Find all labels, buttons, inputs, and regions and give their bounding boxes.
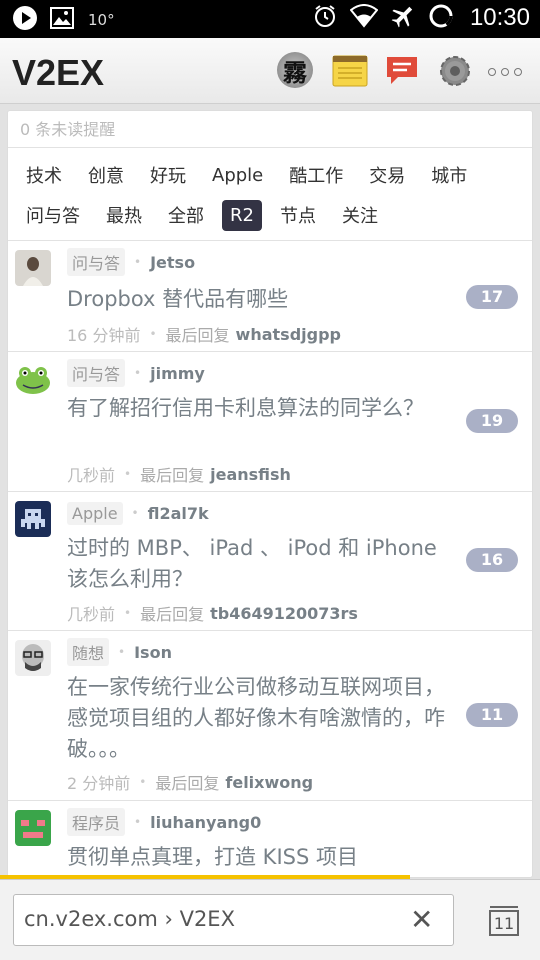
author-name[interactable]: Jetso <box>150 253 195 272</box>
alarm-icon <box>312 3 338 33</box>
main-content: 0 条未读提醒 技术 创意 好玩 Apple 酷工作 交易 城市 问与答 最热 … <box>7 110 533 878</box>
node-tabs: 技术 创意 好玩 Apple 酷工作 交易 城市 问与答 最热 全部 R2 节点… <box>8 148 532 241</box>
airplane-icon <box>390 3 416 33</box>
topic-meta: 程序员 • liuhanyang0 <box>67 808 261 836</box>
topic-meta: 随想 • Ison <box>67 638 172 666</box>
topic-time: 几秒前 <box>67 466 116 485</box>
topic-title[interactable]: 过时的 MBP、 iPad 、 iPod 和 iPhone 该怎么利用？ <box>67 533 457 595</box>
clock-text: 10:30 <box>469 4 530 31</box>
last-reply-label: 最后回复 <box>140 605 205 624</box>
tabs-button[interactable]: 11 <box>487 904 521 938</box>
node-badge[interactable]: 问与答 <box>67 248 126 276</box>
tab-all[interactable]: 全部 <box>160 197 212 233</box>
node-badge[interactable]: Apple <box>67 501 123 525</box>
topic-title[interactable]: Dropbox 替代品有哪些 <box>67 284 457 315</box>
last-reply-label: 最后回复 <box>165 326 230 345</box>
author-name[interactable]: Ison <box>134 643 172 662</box>
loading-icon <box>428 3 454 33</box>
tab-jobs[interactable]: 酷工作 <box>281 157 351 193</box>
separator-dot: • <box>118 645 126 659</box>
author-name[interactable]: liuhanyang0 <box>150 813 261 832</box>
topic-footer: 16 分钟前 • 最后回复 whatsdjgpp <box>67 322 341 346</box>
app-header: V2EX 霧 <box>0 38 540 104</box>
temperature-text: 10° <box>88 11 115 29</box>
separator-dot: • <box>124 467 132 481</box>
topic-meta: Apple • fl2al7k <box>67 500 209 526</box>
tab-hot[interactable]: 最热 <box>98 197 150 233</box>
topic-title[interactable]: 在一家传统行业公司做移动互联网项目，感觉项目组的人都好像木有啥激情的，咋破。。。 <box>67 672 457 765</box>
url-text[interactable]: cn.v2ex.com › V2EX <box>24 907 235 931</box>
separator-dot: • <box>131 506 139 520</box>
topic-meta: 问与答 • jimmy <box>67 359 205 387</box>
tab-tech[interactable]: 技术 <box>18 157 70 193</box>
node-badge[interactable]: 随想 <box>67 638 110 666</box>
tab-count: 11 <box>493 914 515 933</box>
tab-row-2: 问与答 最热 全部 R2 节点 关注 <box>18 196 532 234</box>
play-icon <box>12 5 38 35</box>
topic-time: 2 分钟前 <box>67 774 131 793</box>
avatar[interactable] <box>15 361 51 397</box>
avatar[interactable] <box>15 250 51 286</box>
tab-deals[interactable]: 交易 <box>361 157 413 193</box>
separator-dot: • <box>134 255 142 269</box>
image-icon <box>50 7 74 33</box>
tab-following[interactable]: 关注 <box>334 197 386 233</box>
topic-item[interactable]: 随想 • Ison 在一家传统行业公司做移动互联网项目，感觉项目组的人都好像木有… <box>8 631 532 801</box>
last-reply-user[interactable]: whatsdjgpp <box>236 325 341 344</box>
topic-title[interactable]: 贯彻单点真理，打造 KISS 项目 <box>67 842 457 873</box>
avatar[interactable] <box>15 640 51 676</box>
tab-qna[interactable]: 问与答 <box>18 197 88 233</box>
gear-icon[interactable] <box>436 52 474 90</box>
topic-item[interactable]: 问与答 • jimmy 有了解招行信用卡利息算法的同学么？ 几秒前 • 最后回复… <box>8 352 532 492</box>
topic-footer: 2 分钟前 • 最后回复 felixwong <box>67 770 313 794</box>
tab-r2[interactable]: R2 <box>222 199 262 231</box>
separator-dot: • <box>149 327 157 341</box>
unread-notifications[interactable]: 0 条未读提醒 <box>8 111 532 148</box>
author-name[interactable]: fl2al7k <box>148 504 209 523</box>
tab-city[interactable]: 城市 <box>423 157 475 193</box>
reply-count[interactable]: 16 <box>466 548 518 572</box>
topic-item[interactable]: 程序员 • liuhanyang0 贯彻单点真理，打造 KISS 项目 <box>8 801 532 877</box>
topic-item[interactable]: 问与答 • Jetso Dropbox 替代品有哪些 16 分钟前 • 最后回复… <box>8 241 532 352</box>
node-badge[interactable]: 程序员 <box>67 808 126 836</box>
separator-dot: • <box>134 815 142 829</box>
tab-play[interactable]: 好玩 <box>142 157 194 193</box>
topic-time: 16 分钟前 <box>67 326 141 345</box>
last-reply-user[interactable]: jeansfish <box>210 465 291 484</box>
avatar[interactable] <box>15 501 51 537</box>
more-options-icon[interactable] <box>488 68 522 76</box>
tab-row-1: 技术 创意 好玩 Apple 酷工作 交易 城市 <box>18 156 532 194</box>
last-reply-user[interactable]: tb4649120073rs <box>210 604 358 623</box>
node-badge[interactable]: 问与答 <box>67 359 126 387</box>
topic-time: 几秒前 <box>67 605 116 624</box>
user-avatar[interactable]: 霧 <box>277 52 313 88</box>
topic-meta: 问与答 • Jetso <box>67 248 195 276</box>
reply-count[interactable]: 19 <box>466 409 518 433</box>
separator-dot: • <box>124 606 132 620</box>
reply-count[interactable]: 11 <box>466 703 518 727</box>
separator-dot: • <box>134 366 142 380</box>
browser-bottom-bar: cn.v2ex.com › V2EX ✕ 11 <box>0 879 540 960</box>
tab-apple[interactable]: Apple <box>204 160 271 191</box>
url-bar[interactable]: cn.v2ex.com › V2EX ✕ <box>13 894 454 946</box>
avatar[interactable] <box>15 810 51 846</box>
topic-item[interactable]: Apple • fl2al7k 过时的 MBP、 iPad 、 iPod 和 i… <box>8 492 532 631</box>
messages-icon[interactable] <box>384 52 422 90</box>
topic-title[interactable]: 有了解招行信用卡利息算法的同学么？ <box>67 393 457 424</box>
last-reply-label: 最后回复 <box>140 466 205 485</box>
close-icon[interactable]: ✕ <box>410 906 433 934</box>
wifi-icon <box>349 4 379 32</box>
author-name[interactable]: jimmy <box>150 364 205 383</box>
last-reply-user[interactable]: felixwong <box>225 773 313 792</box>
separator-dot: • <box>139 775 147 789</box>
v2ex-logo[interactable]: V2EX <box>12 52 104 94</box>
status-bar: 10° 10:30 <box>0 0 540 38</box>
notes-icon[interactable] <box>331 52 369 90</box>
reply-count[interactable]: 17 <box>466 285 518 309</box>
last-reply-label: 最后回复 <box>155 774 220 793</box>
topic-footer: 几秒前 • 最后回复 tb4649120073rs <box>67 601 358 625</box>
tab-creative[interactable]: 创意 <box>80 157 132 193</box>
topic-footer: 几秒前 • 最后回复 jeansfish <box>67 462 291 486</box>
tab-nodes[interactable]: 节点 <box>272 197 324 233</box>
